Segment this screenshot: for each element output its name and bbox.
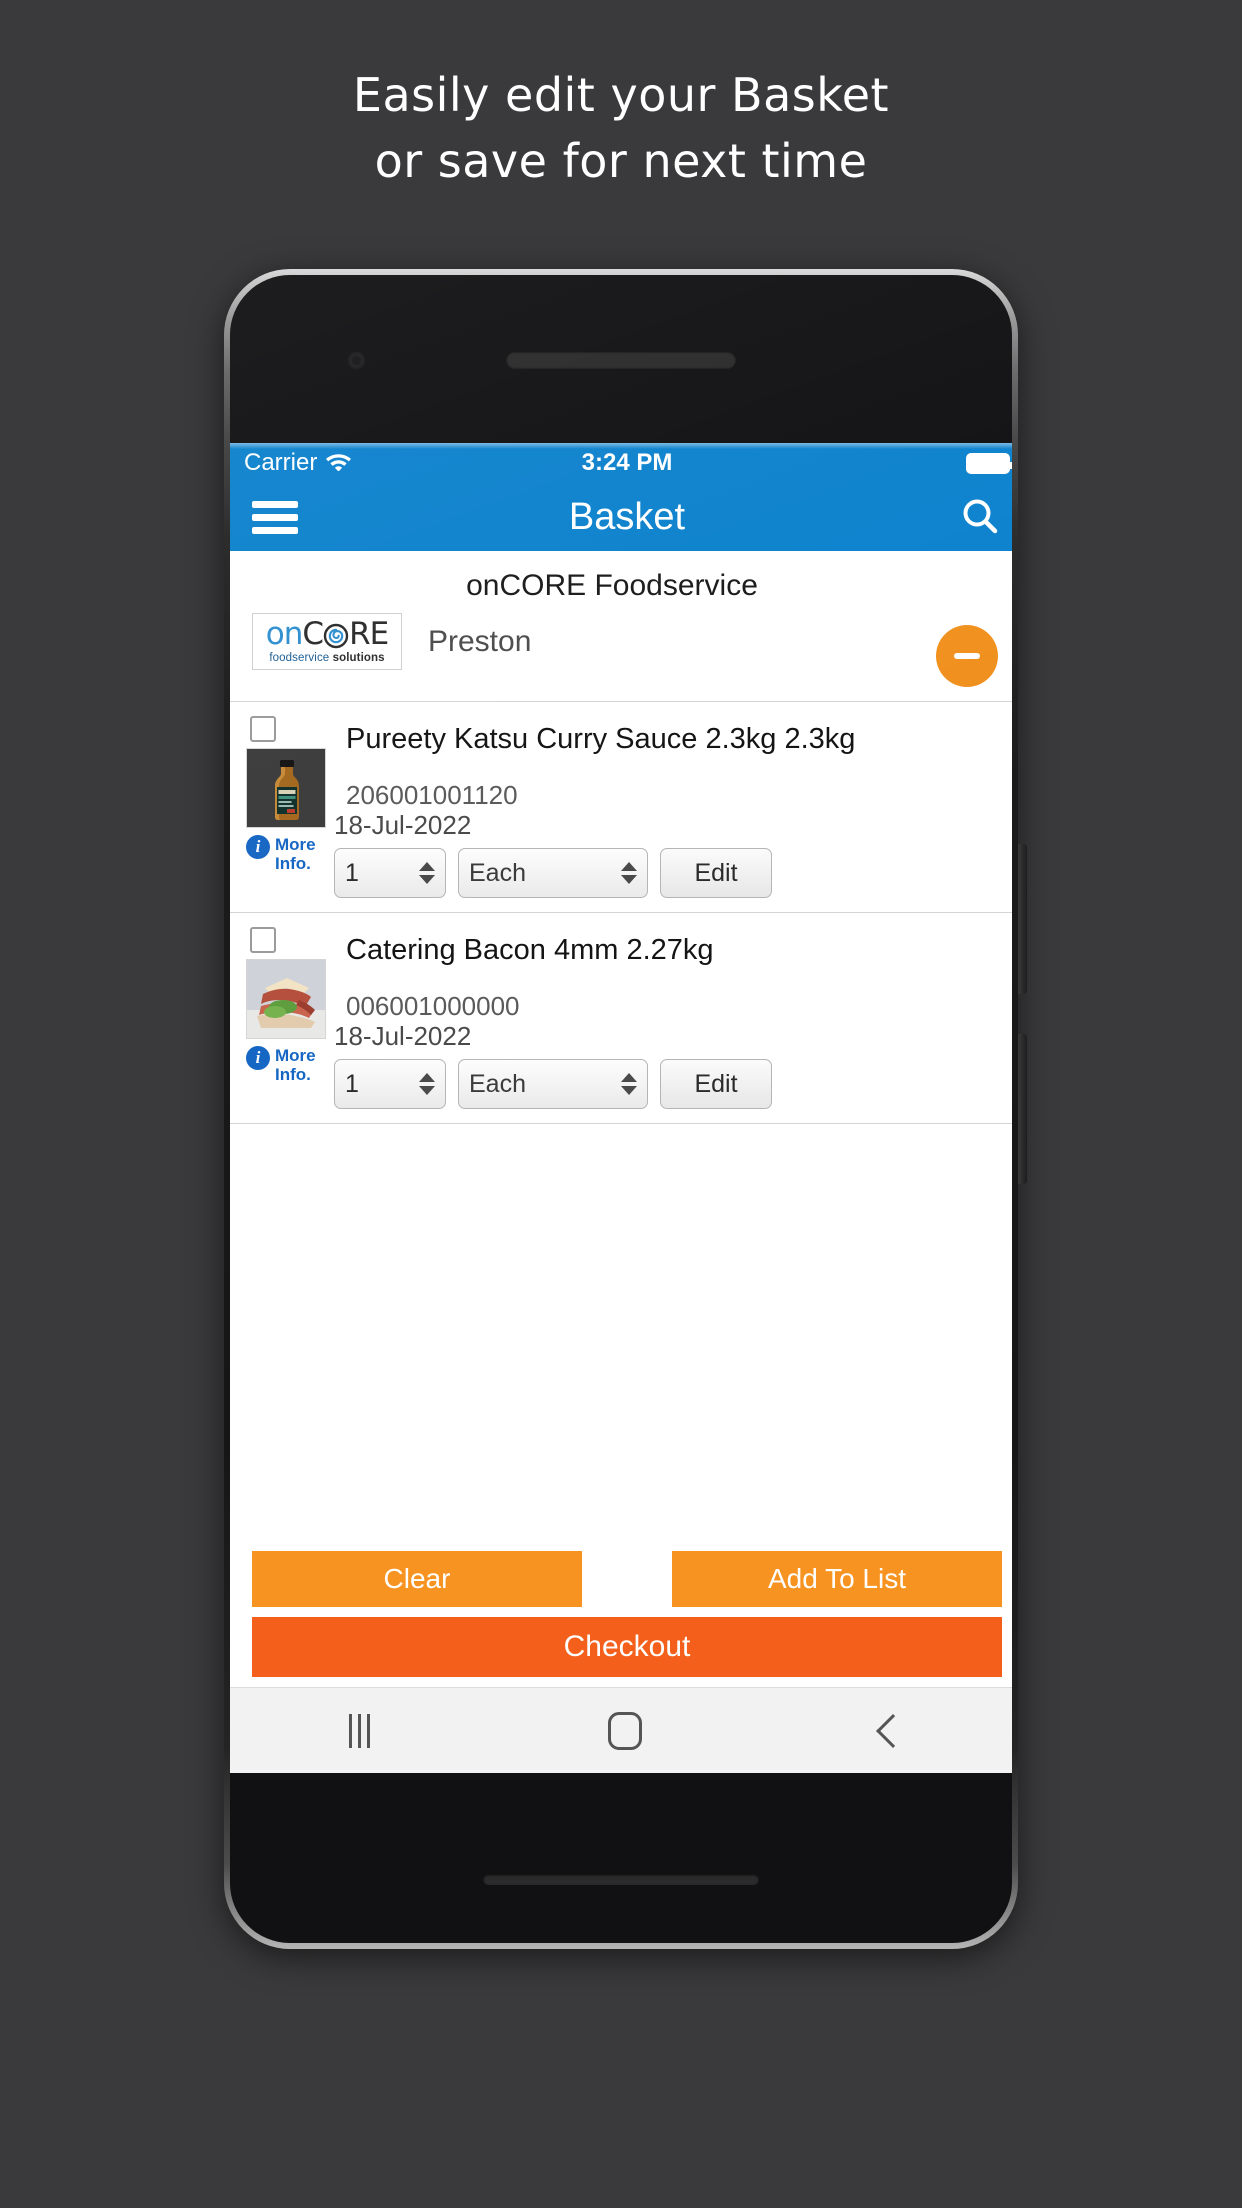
page-title: Basket xyxy=(568,495,686,538)
quantity-stepper[interactable]: 1 xyxy=(334,1059,446,1109)
android-navigation-bar xyxy=(230,1687,1012,1773)
more-info-label-line-2: Info. xyxy=(275,1065,311,1084)
secondary-actions-row: Clear Add To List xyxy=(252,1551,1002,1607)
product-controls: 1 Each Edit xyxy=(334,848,1002,898)
logo-core-text: C xyxy=(302,616,324,652)
quantity-value: 1 xyxy=(345,858,359,887)
logo-tagline-food: foodservice xyxy=(269,652,330,664)
unit-select[interactable]: Each xyxy=(458,848,648,898)
product-left-column: i More Info. xyxy=(246,927,332,1109)
logo-on-text: on xyxy=(265,616,304,652)
promo-headline: Easily edit your Basket or save for next… xyxy=(0,62,1242,194)
product-name: Pureety Katsu Curry Sauce 2.3kg 2.3kg xyxy=(346,723,856,755)
product-details: Catering Bacon 4mm 2.27kg 006001000000 1… xyxy=(334,927,1002,1109)
unit-select[interactable]: Each xyxy=(458,1059,648,1109)
status-bar-right xyxy=(966,452,1012,474)
list-divider xyxy=(230,1123,1012,1124)
promo-headline-line-1: Easily edit your Basket xyxy=(352,68,890,122)
front-camera-icon xyxy=(347,351,366,370)
table-row[interactable]: i More Info. Catering Bacon 4mm 2.27kg 0… xyxy=(230,912,1012,1123)
phone-screen: Carrier 3:24 PM Basket onCORE Foodservic… xyxy=(230,443,1012,1773)
product-date: 18-Jul-2022 xyxy=(334,1021,472,1051)
product-code: 006001000000 xyxy=(346,991,520,1021)
earpiece-speaker xyxy=(506,351,736,368)
promo-headline-line-2: or save for next time xyxy=(374,134,868,188)
hamburger-menu-icon[interactable] xyxy=(252,495,298,540)
volume-button[interactable] xyxy=(1018,1034,1027,1184)
back-icon[interactable] xyxy=(875,1713,910,1748)
clear-button[interactable]: Clear xyxy=(252,1551,582,1607)
phone-body: Carrier 3:24 PM Basket onCORE Foodservic… xyxy=(230,275,1012,1943)
minus-icon xyxy=(954,653,980,659)
logo-re-text: RE xyxy=(349,616,389,652)
supplier-branch: Preston xyxy=(428,624,532,658)
logo-tagline-solutions: solutions xyxy=(332,652,385,664)
battery-full-icon xyxy=(966,452,1012,474)
select-arrows-icon[interactable] xyxy=(621,1073,637,1095)
edit-button[interactable]: Edit xyxy=(660,1059,772,1109)
more-info-label-line-1: More xyxy=(275,1046,316,1065)
remove-supplier-button[interactable] xyxy=(936,625,998,687)
supplier-header: onCORE Foodservice onC RE foodservice so… xyxy=(230,551,1012,701)
unit-value: Each xyxy=(469,1069,526,1098)
more-info-link[interactable]: i More Info. xyxy=(246,835,316,873)
product-controls: 1 Each Edit xyxy=(334,1059,1002,1109)
recents-icon[interactable] xyxy=(349,1713,371,1748)
search-icon[interactable] xyxy=(958,495,1002,539)
more-info-label-line-2: Info. xyxy=(275,854,311,873)
more-info-link[interactable]: i More Info. xyxy=(246,1046,316,1084)
product-thumbnail[interactable] xyxy=(246,748,326,828)
supplier-row: onC RE foodservice solutions Preston xyxy=(252,613,1002,670)
quantity-value: 1 xyxy=(345,1069,359,1098)
logo-spiral-icon xyxy=(323,623,349,649)
stepper-arrows-icon[interactable] xyxy=(419,1073,435,1095)
basket-actions: Clear Add To List Checkout xyxy=(230,1551,1012,1687)
info-icon: i xyxy=(246,835,270,859)
more-info-label: More Info. xyxy=(275,1046,316,1084)
product-name: Catering Bacon 4mm 2.27kg xyxy=(346,934,714,966)
power-button[interactable] xyxy=(1018,844,1027,994)
more-info-label-line-1: More xyxy=(275,835,316,854)
table-row[interactable]: i More Info. Pureety Katsu Curry Sauce 2… xyxy=(230,701,1012,912)
product-select-checkbox[interactable] xyxy=(250,927,276,953)
product-code: 206001001120 xyxy=(346,780,518,810)
select-arrows-icon[interactable] xyxy=(621,862,637,884)
product-left-column: i More Info. xyxy=(246,716,332,898)
status-bar-clock: 3:24 PM xyxy=(581,449,673,476)
stepper-arrows-icon[interactable] xyxy=(419,862,435,884)
product-thumbnail[interactable] xyxy=(246,959,326,1039)
product-details: Pureety Katsu Curry Sauce 2.3kg 2.3kg 20… xyxy=(334,716,1002,898)
promo-screenshot: Easily edit your Basket or save for next… xyxy=(0,0,1242,2208)
supplier-name: onCORE Foodservice xyxy=(466,569,758,602)
app-nav-bar: Basket xyxy=(230,483,1012,551)
oncore-logo: onC RE foodservice solutions xyxy=(252,613,402,670)
add-to-list-button[interactable]: Add To List xyxy=(672,1551,1002,1607)
quantity-stepper[interactable]: 1 xyxy=(334,848,446,898)
more-info-label: More Info. xyxy=(275,835,316,873)
phone-mockup: Carrier 3:24 PM Basket onCORE Foodservic… xyxy=(224,269,1027,1949)
checkout-button[interactable]: Checkout xyxy=(252,1617,1002,1677)
status-bar: Carrier 3:24 PM xyxy=(230,443,1012,483)
unit-value: Each xyxy=(469,858,526,887)
edit-button[interactable]: Edit xyxy=(660,848,772,898)
home-icon[interactable] xyxy=(608,1711,643,1750)
info-icon: i xyxy=(246,1046,270,1070)
logo-wordmark: onC RE xyxy=(257,616,397,652)
product-select-checkbox[interactable] xyxy=(250,716,276,742)
product-date: 18-Jul-2022 xyxy=(334,810,472,840)
logo-tagline: foodservice solutions xyxy=(257,651,397,665)
home-button[interactable] xyxy=(483,1874,759,1885)
basket-content[interactable]: onCORE Foodservice onC RE foodservice so… xyxy=(230,551,1012,1551)
